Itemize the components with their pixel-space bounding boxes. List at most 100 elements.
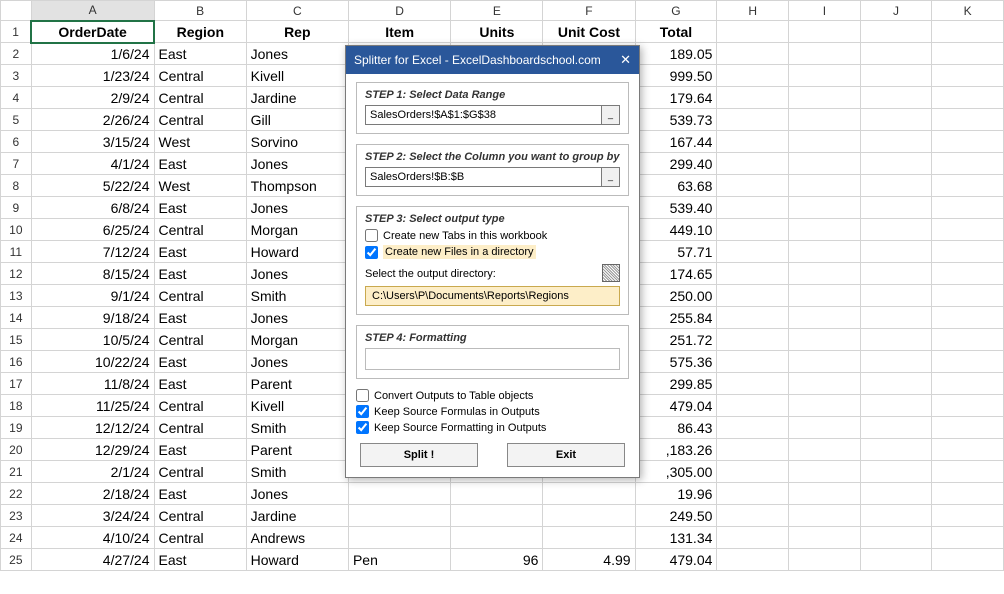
cell[interactable]: Jardine xyxy=(246,87,348,109)
cell[interactable]: East xyxy=(154,153,246,175)
cell[interactable]: Kivell xyxy=(246,65,348,87)
cell[interactable] xyxy=(789,87,861,109)
create-tabs-checkbox[interactable] xyxy=(365,229,378,242)
cell[interactable]: Howard xyxy=(246,241,348,263)
cell[interactable]: Jones xyxy=(246,351,348,373)
row-header[interactable]: 25 xyxy=(1,549,32,571)
cell[interactable]: 86.43 xyxy=(635,417,717,439)
cell[interactable]: Pen xyxy=(348,549,450,571)
cell[interactable]: Smith xyxy=(246,285,348,307)
cell[interactable] xyxy=(932,197,1004,219)
cell[interactable] xyxy=(717,131,789,153)
cell[interactable]: Item xyxy=(348,21,450,43)
column-header-corner[interactable] xyxy=(1,1,32,21)
cell[interactable] xyxy=(789,307,861,329)
cell[interactable] xyxy=(860,175,932,197)
cell[interactable]: 12/12/24 xyxy=(31,417,154,439)
cell[interactable]: 1/23/24 xyxy=(31,65,154,87)
cell[interactable] xyxy=(932,109,1004,131)
cell[interactable] xyxy=(717,241,789,263)
cell[interactable] xyxy=(932,329,1004,351)
cell[interactable]: 6/8/24 xyxy=(31,197,154,219)
cell[interactable] xyxy=(451,505,543,527)
cell[interactable] xyxy=(860,87,932,109)
cell[interactable]: 179.64 xyxy=(635,87,717,109)
cell[interactable]: 4/10/24 xyxy=(31,527,154,549)
cell[interactable] xyxy=(789,241,861,263)
row-header[interactable]: 5 xyxy=(1,109,32,131)
cell[interactable] xyxy=(717,263,789,285)
cell[interactable]: Jardine xyxy=(246,505,348,527)
cell[interactable]: 2/9/24 xyxy=(31,87,154,109)
cell[interactable] xyxy=(932,395,1004,417)
cell[interactable] xyxy=(932,175,1004,197)
cell[interactable]: Region xyxy=(154,21,246,43)
cell[interactable] xyxy=(717,197,789,219)
row-header[interactable]: 3 xyxy=(1,65,32,87)
cell[interactable]: Jones xyxy=(246,263,348,285)
cell[interactable]: 4/27/24 xyxy=(31,549,154,571)
cell[interactable]: Central xyxy=(154,417,246,439)
cell[interactable] xyxy=(717,373,789,395)
cell[interactable] xyxy=(789,285,861,307)
cell[interactable] xyxy=(860,285,932,307)
cell[interactable] xyxy=(932,417,1004,439)
cell[interactable]: Total xyxy=(635,21,717,43)
cell[interactable]: 3/24/24 xyxy=(31,505,154,527)
cell[interactable]: 4/1/24 xyxy=(31,153,154,175)
cell[interactable]: Central xyxy=(154,329,246,351)
cell[interactable]: 9/1/24 xyxy=(31,285,154,307)
cell[interactable] xyxy=(932,549,1004,571)
cell[interactable]: Gill xyxy=(246,109,348,131)
cell[interactable]: Morgan xyxy=(246,219,348,241)
cell[interactable]: 189.05 xyxy=(635,43,717,65)
cell[interactable]: 131.34 xyxy=(635,527,717,549)
cell[interactable]: 3/15/24 xyxy=(31,131,154,153)
cell[interactable] xyxy=(860,197,932,219)
cell[interactable] xyxy=(932,21,1004,43)
cell[interactable] xyxy=(789,395,861,417)
row-header[interactable]: 15 xyxy=(1,329,32,351)
range-picker-icon[interactable]: _ xyxy=(602,105,620,125)
cell[interactable]: Smith xyxy=(246,461,348,483)
column-header-I[interactable]: I xyxy=(789,1,861,21)
cell[interactable]: 2/18/24 xyxy=(31,483,154,505)
cell[interactable] xyxy=(932,373,1004,395)
column-header-B[interactable]: B xyxy=(154,1,246,21)
cell[interactable]: 19.96 xyxy=(635,483,717,505)
cell[interactable] xyxy=(932,285,1004,307)
cell[interactable]: 539.40 xyxy=(635,197,717,219)
cell[interactable] xyxy=(932,351,1004,373)
cell[interactable] xyxy=(717,527,789,549)
cell[interactable] xyxy=(932,241,1004,263)
cell[interactable]: 12/29/24 xyxy=(31,439,154,461)
cell[interactable] xyxy=(932,153,1004,175)
cell[interactable]: 299.85 xyxy=(635,373,717,395)
cell[interactable]: Sorvino xyxy=(246,131,348,153)
cell[interactable] xyxy=(543,483,635,505)
row-header[interactable]: 7 xyxy=(1,153,32,175)
cell[interactable] xyxy=(932,307,1004,329)
cell[interactable] xyxy=(860,461,932,483)
row-header[interactable]: 13 xyxy=(1,285,32,307)
cell[interactable]: Unit Cost xyxy=(543,21,635,43)
cell[interactable] xyxy=(860,263,932,285)
cell[interactable]: Units xyxy=(451,21,543,43)
row-header[interactable]: 14 xyxy=(1,307,32,329)
keep-formatting-checkbox[interactable] xyxy=(356,421,369,434)
cell[interactable] xyxy=(717,549,789,571)
cell[interactable] xyxy=(932,219,1004,241)
cell[interactable]: Andrews xyxy=(246,527,348,549)
cell[interactable] xyxy=(789,439,861,461)
cell[interactable]: OrderDate xyxy=(31,21,154,43)
cell[interactable] xyxy=(789,43,861,65)
cell[interactable] xyxy=(789,549,861,571)
row-header[interactable]: 6 xyxy=(1,131,32,153)
cell[interactable] xyxy=(932,527,1004,549)
cell[interactable]: West xyxy=(154,175,246,197)
convert-table-option[interactable]: Convert Outputs to Table objects xyxy=(356,389,629,402)
cell[interactable] xyxy=(717,219,789,241)
cell[interactable] xyxy=(860,21,932,43)
cell[interactable]: 251.72 xyxy=(635,329,717,351)
cell[interactable]: East xyxy=(154,483,246,505)
